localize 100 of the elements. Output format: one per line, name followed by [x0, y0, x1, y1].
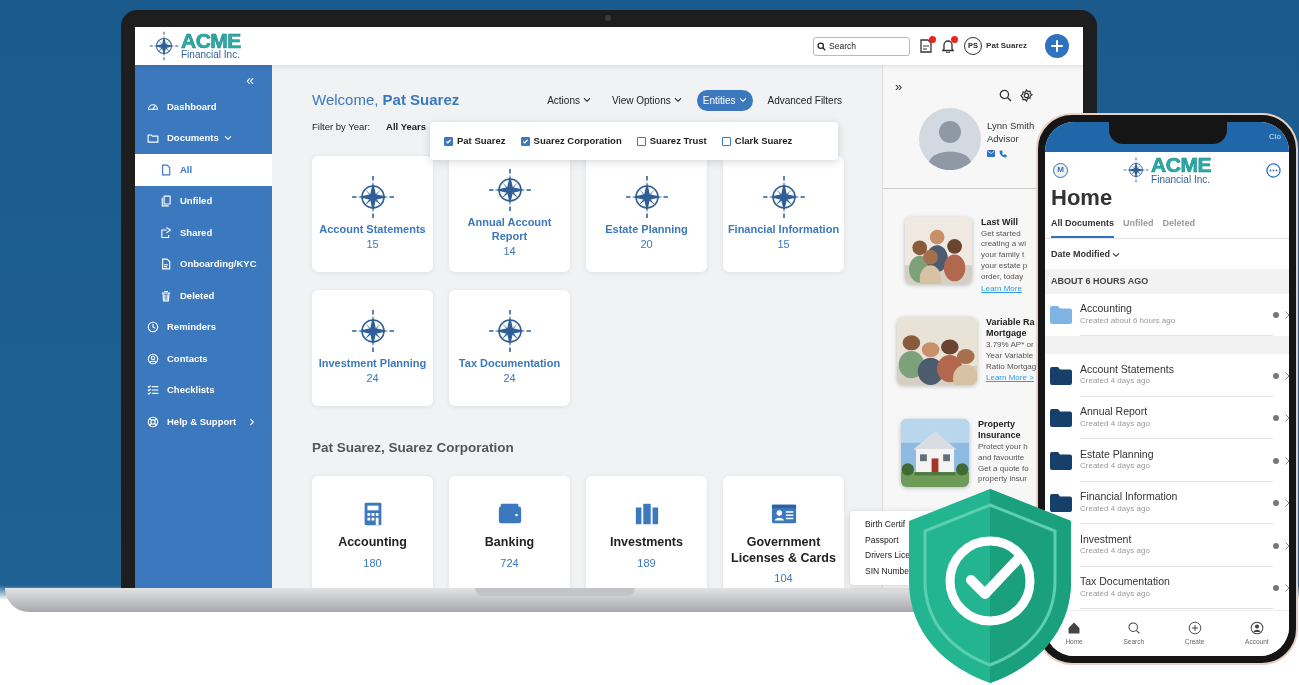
plus-icon [1051, 40, 1063, 52]
tab[interactable]: All Documents [1051, 217, 1114, 238]
share-icon [160, 226, 172, 239]
sidebar-item[interactable]: Reminders [135, 311, 272, 343]
category-card[interactable]: Accounting 180 [312, 476, 433, 590]
clock-icon [147, 321, 159, 334]
check-icon [521, 137, 529, 145]
promo-title: Variable Ra Mortgage [986, 316, 1036, 341]
chevron-icon [223, 134, 232, 143]
collapse-button[interactable]: « [246, 73, 254, 87]
chevron-icon [1285, 584, 1289, 593]
category-card[interactable]: Investments 189 [586, 476, 707, 590]
document-icon [920, 39, 933, 53]
sidebar-item[interactable]: Onboarding/KYC [135, 248, 272, 280]
logo-text: ACME [1151, 156, 1211, 175]
check-icon [445, 137, 452, 145]
sidebar-item[interactable]: Unfiled [135, 185, 272, 217]
entity-checkbox[interactable]: Pat Suarez [444, 133, 506, 149]
logo-subtitle: Financial Inc. [181, 50, 241, 61]
entity-checkbox[interactable]: Clark Suarez [721, 133, 793, 149]
phone-icon[interactable] [999, 149, 1007, 158]
advisor-name: Lynn Smith [987, 120, 1035, 133]
folder-card[interactable]: Tax Documentation 24 [449, 289, 570, 406]
dot-icon [1273, 312, 1279, 319]
person-circle-icon [147, 352, 159, 365]
sidebar-item[interactable]: Shared [135, 217, 272, 249]
compass-icon [487, 168, 532, 213]
mail-icon[interactable] [987, 149, 995, 157]
folder-card[interactable]: Investment Planning 24 [312, 289, 433, 406]
caret-icon [738, 96, 747, 105]
sidebar-item[interactable]: Contacts [135, 343, 272, 375]
search-field[interactable]: Search [813, 36, 911, 56]
sidebar-item[interactable]: Deleted [135, 280, 272, 312]
logo-text: ACME [181, 31, 241, 51]
dot-icon [1273, 372, 1279, 379]
section-heading: Pat Suarez, Suarez Corporation [312, 438, 515, 457]
advisor-role: Advisor [987, 133, 1020, 146]
document-icon [160, 258, 172, 271]
compass-logo-icon [149, 31, 179, 61]
add-button[interactable] [1045, 34, 1069, 58]
sidebar-item[interactable]: Dashboard [135, 91, 272, 123]
chevron-icon [1285, 414, 1289, 423]
sidebar-item[interactable]: All [135, 154, 272, 186]
caret-icon [1112, 250, 1120, 259]
home-icon [1067, 620, 1082, 635]
trash-icon [160, 289, 172, 302]
search-icon[interactable] [999, 89, 1012, 102]
chevron-icon [1285, 541, 1289, 550]
promo-text: 3.79% AP* or Year Variable Ratio Mortgag [986, 340, 1037, 373]
person-circle-icon [1249, 620, 1264, 635]
page-title: Home [1050, 184, 1114, 212]
compass-icon [761, 174, 806, 219]
dot-icon [1273, 457, 1279, 464]
chevron-icon [1285, 371, 1289, 380]
documents-button[interactable] [920, 39, 933, 53]
notifications-button[interactable] [942, 39, 955, 53]
chevron-icon [1285, 311, 1289, 320]
promo-text: Get started creating a wi your family t your estate p order, today [981, 228, 1028, 283]
caret-icon [582, 96, 591, 105]
dropdown-button[interactable]: Actions [541, 89, 597, 111]
dot-icon [1273, 415, 1279, 422]
compass-icon [487, 308, 532, 353]
tooltip-item: SIN Numbe [865, 564, 910, 578]
sidebar-item[interactable]: Help & Support [135, 406, 272, 438]
year-filter[interactable]: All Years [386, 119, 427, 134]
promo-text: Protect your h and favourite Get a quote fo property insur [978, 442, 1029, 486]
promo-title: Last Will [981, 217, 1019, 229]
sort-dropdown[interactable]: Date Modified [1045, 238, 1289, 270]
tooltip-item: Drivers Lice [865, 549, 911, 562]
folder-card[interactable]: Financial Information 15 [723, 155, 844, 272]
expand-button[interactable]: » [895, 80, 903, 93]
filter-label: Filter by Year: [312, 119, 371, 134]
user-name[interactable]: Pat Suarez [986, 40, 1027, 52]
bell-icon [942, 39, 955, 53]
plus-icon [1187, 620, 1202, 635]
sidebar-item[interactable]: Checklists [135, 374, 272, 406]
notification-dot [951, 36, 959, 43]
search-icon [1126, 620, 1141, 635]
document-icon [160, 163, 172, 176]
compass-icon [624, 174, 669, 219]
dropdown-button[interactable]: Entities [696, 89, 753, 111]
menu-button[interactable]: M [1053, 162, 1068, 178]
category-card[interactable]: Government Licenses & Cards 104 [723, 476, 844, 590]
folder-card[interactable]: Account Statements 15 [312, 155, 433, 272]
copy-icon [160, 195, 172, 208]
category-card[interactable]: Banking 724 [449, 476, 570, 590]
dot-icon [1273, 500, 1279, 507]
chevron-icon [1285, 456, 1289, 465]
notification-dot [929, 36, 937, 43]
entity-checkbox[interactable]: Suarez Trust [636, 133, 707, 149]
filters-link[interactable]: Advanced Filters [761, 89, 848, 111]
sidebar-item[interactable]: Documents [135, 122, 272, 154]
entity-checkbox[interactable]: Suarez Corporation [520, 133, 622, 149]
more-icon[interactable] [1266, 162, 1281, 178]
compass-icon [350, 308, 395, 353]
avatar [919, 108, 981, 170]
dropdown-button[interactable]: View Options [605, 89, 688, 111]
settings-icon[interactable] [1020, 89, 1033, 102]
logo-subtitle: Financial Inc. [1151, 174, 1211, 185]
checklist-icon [147, 384, 159, 397]
